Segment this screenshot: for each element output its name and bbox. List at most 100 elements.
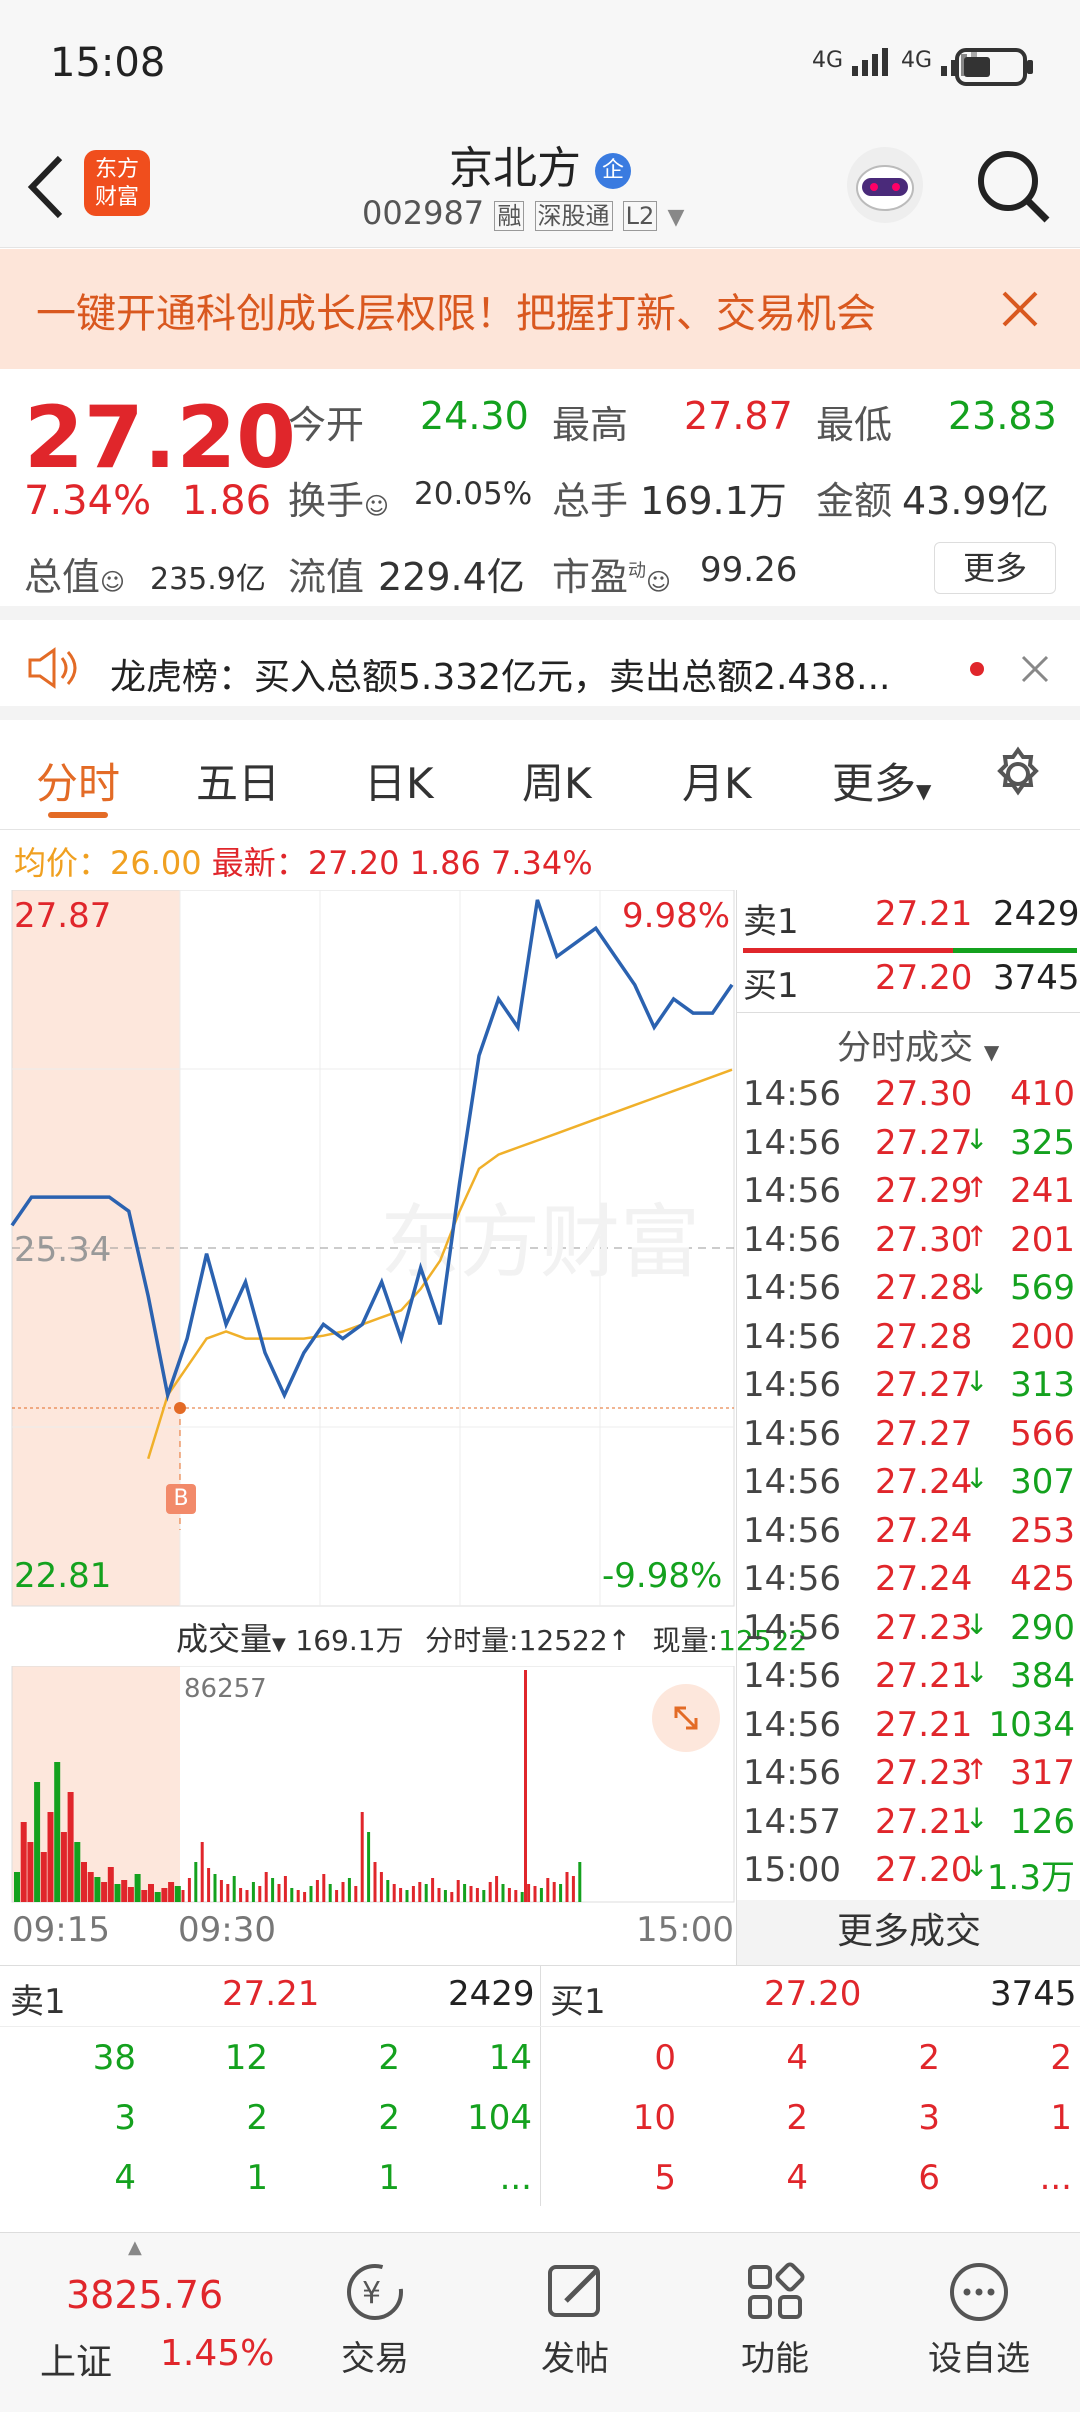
- down-arrow-icon: ↓: [965, 1656, 989, 1689]
- tick-volume: 200: [1010, 1316, 1075, 1357]
- tab-intraday[interactable]: 分时: [36, 750, 120, 811]
- ob-sell-queue-cell: 14: [488, 2038, 532, 2078]
- tab-weekly-k[interactable]: 周K: [522, 750, 592, 811]
- up-arrow-icon: ↑: [965, 1753, 989, 1786]
- x-label-close: 15:00: [636, 1910, 734, 1950]
- more-ticks-button[interactable]: 更多成交: [737, 1900, 1080, 1968]
- chevron-up-icon[interactable]: ▲: [128, 2237, 142, 2258]
- info-icon[interactable]: ☺: [646, 568, 671, 596]
- gear-icon[interactable]: [990, 746, 1046, 802]
- expand-icon[interactable]: [652, 1684, 720, 1752]
- nav-post-label[interactable]: 发帖: [530, 2331, 620, 2380]
- volume-bar: [578, 1862, 582, 1902]
- nav-add-watchlist[interactable]: 设自选: [914, 2257, 1044, 2380]
- ob-buy-queue-cell: 2: [1050, 2038, 1072, 2078]
- ob-buy-queue-cell: 2: [918, 2038, 940, 2078]
- volume-bar: [411, 1886, 415, 1902]
- close-icon[interactable]: [1020, 654, 1050, 684]
- x-label-open: 09:30: [178, 1910, 276, 1950]
- tick-volume: 317: [1010, 1753, 1075, 1793]
- info-icon[interactable]: ☺: [100, 568, 125, 596]
- stock-header: 东方 财富 京北方 企 002987 融 深股通 L2 ▼: [0, 128, 1080, 248]
- volume-bar: [121, 1880, 128, 1902]
- more-quote-button[interactable]: 更多: [934, 542, 1056, 594]
- close-icon[interactable]: [1000, 289, 1040, 329]
- latest-change: 1.86: [409, 844, 481, 882]
- index-pct[interactable]: 1.45%: [160, 2333, 274, 2374]
- tab-monthly-k[interactable]: 月K: [682, 750, 752, 811]
- volume-value: 169.1万: [640, 479, 787, 523]
- pe-superscript: 动: [628, 560, 647, 582]
- volume-bar: [463, 1884, 467, 1902]
- volume-header: 成交量▼ 169.1万 分时量:12522↑ 现量:12522: [176, 1614, 807, 1660]
- ob-sell-queue-cell: 1: [246, 2158, 268, 2198]
- volume-bar: [239, 1888, 243, 1902]
- volume-bar: [315, 1880, 319, 1902]
- ticks-header[interactable]: 分时成交 ▼: [837, 1020, 999, 1069]
- tick-price: 27.20: [875, 1850, 973, 1890]
- ob-sell-price: 27.21: [222, 1974, 320, 2014]
- nav-add-watchlist-label[interactable]: 设自选: [914, 2331, 1044, 2380]
- volume-bar: [309, 1886, 313, 1902]
- nav-trade-label[interactable]: 交易: [330, 2331, 420, 2380]
- volume-now-label: 现量:: [652, 1624, 719, 1657]
- tab-daily-k[interactable]: 日K: [364, 750, 434, 811]
- tab-more-label[interactable]: 更多: [832, 759, 916, 808]
- volume-max-label: 86257: [184, 1674, 267, 1704]
- volume-bar: [161, 1888, 168, 1902]
- tick-time: 14:56: [743, 1462, 841, 1502]
- chevron-down-icon[interactable]: ▼: [667, 205, 684, 230]
- nav-trade[interactable]: ¥ 交易: [330, 2257, 420, 2380]
- nav-functions-label[interactable]: 功能: [730, 2331, 820, 2380]
- tick-time: 15:00: [743, 1850, 841, 1890]
- dragon-tiger-notice[interactable]: 龙虎榜：买入总额5.332亿元，卖出总额2.438...: [0, 620, 1080, 720]
- ticks-header-label[interactable]: 分时成交: [837, 1028, 973, 1068]
- volume-bar: [571, 1876, 575, 1902]
- tick-price: 27.24: [875, 1559, 973, 1599]
- stock-code-row: 002987 融 深股通 L2 ▼: [362, 194, 684, 232]
- search-icon[interactable]: [975, 148, 1051, 224]
- robot-assistant-icon[interactable]: [842, 142, 928, 228]
- volume-bar: [154, 1892, 161, 1902]
- notice-text[interactable]: 龙虎榜：买入总额5.332亿元，卖出总额2.438...: [110, 648, 890, 700]
- nav-functions[interactable]: 功能: [730, 2257, 820, 2380]
- volume-bar: [258, 1886, 262, 1902]
- tick-time: 14:56: [743, 1074, 841, 1114]
- volume-bar: [271, 1878, 275, 1902]
- volume-bar: [424, 1884, 428, 1902]
- chevron-down-icon[interactable]: ▼: [984, 1040, 999, 1064]
- info-icon[interactable]: ☺: [364, 492, 389, 520]
- index-name[interactable]: 上证: [40, 2333, 112, 2385]
- volume-chart[interactable]: [0, 1666, 736, 1906]
- tab-five-day[interactable]: 五日: [196, 750, 280, 811]
- unread-dot: [970, 662, 984, 676]
- tick-price: 27.21: [875, 1656, 973, 1696]
- volume-label[interactable]: 成交量: [176, 1620, 272, 1658]
- up-arrow-icon: ↑: [607, 1624, 632, 1657]
- nav-post[interactable]: 发帖: [530, 2257, 620, 2380]
- volume-bar: [74, 1842, 81, 1902]
- volume-bar: [335, 1890, 339, 1902]
- volume-bar: [14, 1872, 20, 1902]
- buy1-label: 买1: [743, 966, 799, 1006]
- volume-bar: [232, 1876, 236, 1902]
- chevron-down-icon[interactable]: ▼: [916, 779, 931, 803]
- tick-volume: 241: [1010, 1171, 1075, 1211]
- index-value[interactable]: 3825.76: [66, 2273, 223, 2317]
- promo-banner[interactable]: 一键开通科创成长层权限！把握打新、交易机会: [0, 249, 1080, 369]
- ob-sell-queue-cell: 104: [467, 2098, 532, 2138]
- buy-marker-badge[interactable]: B: [166, 1484, 196, 1514]
- low-label: 最低: [816, 403, 893, 447]
- tag-l2[interactable]: L2: [622, 201, 658, 231]
- tab-more[interactable]: 更多▼: [832, 750, 931, 811]
- amount-label: 金额: [816, 479, 893, 523]
- tick-time: 14:56: [743, 1607, 841, 1648]
- volume-bar: [456, 1880, 460, 1902]
- status-bar: 15:08 4G 4G: [0, 0, 1080, 128]
- tick-volume: 566: [1010, 1413, 1075, 1454]
- volume-minute-value: 12522: [518, 1624, 608, 1657]
- pct-high-label: 9.98%: [622, 896, 731, 936]
- volume-bar: [27, 1842, 34, 1902]
- promo-text[interactable]: 一键开通科创成长层权限！把握打新、交易机会: [36, 281, 876, 339]
- chevron-down-icon[interactable]: ▼: [272, 1634, 286, 1655]
